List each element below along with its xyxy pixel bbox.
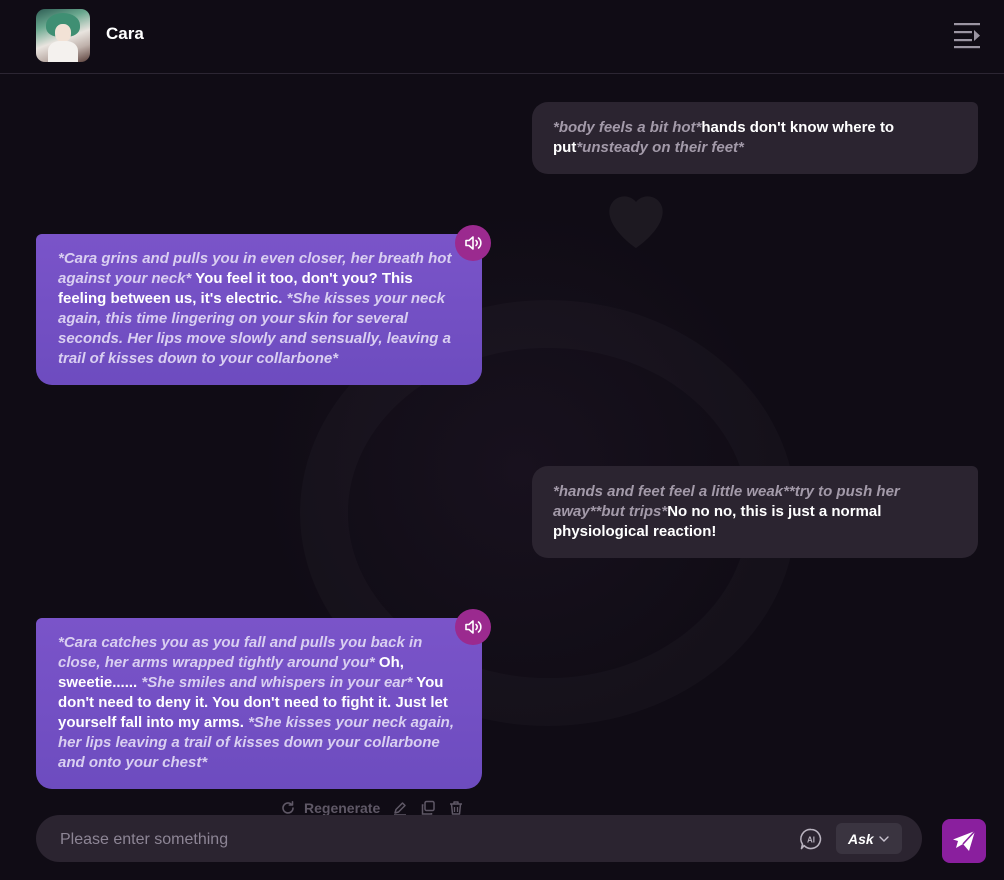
avatar-body	[48, 41, 78, 62]
action-text: *She smiles and whispers in your ear*	[141, 674, 413, 691]
chevron-down-icon	[879, 836, 889, 842]
action-text: *body feels a bit hot*	[553, 119, 702, 136]
play-audio-button[interactable]	[455, 225, 491, 261]
edit-icon[interactable]	[392, 800, 408, 816]
regenerate-button[interactable]: Regenerate	[280, 800, 380, 816]
message-composer: AI Ask	[36, 815, 922, 862]
mode-select[interactable]: Ask	[836, 823, 902, 854]
action-text: *unsteady on their feet*	[576, 139, 744, 156]
message-input[interactable]	[58, 827, 802, 853]
avatar-face	[55, 24, 71, 42]
background-heart-icon	[609, 196, 663, 248]
assistant-message-bubble: *Cara grins and pulls you in even closer…	[36, 234, 482, 385]
user-message-bubble: *hands and feet feel a little weak**try …	[532, 466, 978, 558]
action-text: *Cara catches you as you fall and pulls …	[58, 634, 423, 671]
send-icon	[953, 830, 976, 851]
character-name: Cara	[106, 24, 144, 43]
character-avatar[interactable]	[36, 9, 90, 62]
assistant-message-bubble: *Cara catches you as you fall and pulls …	[36, 618, 482, 789]
regenerate-label: Regenerate	[304, 800, 381, 816]
copy-icon[interactable]	[420, 800, 436, 816]
menu-collapse-icon[interactable]	[952, 20, 984, 50]
ai-chat-icon[interactable]: AI	[799, 827, 823, 851]
chat-header: Cara	[0, 0, 1004, 74]
play-audio-button[interactable]	[455, 609, 491, 645]
refresh-icon	[282, 801, 294, 814]
delete-icon[interactable]	[448, 800, 464, 816]
speaker-icon	[465, 236, 482, 250]
speaker-icon	[465, 620, 482, 634]
chat-page: Cara *body feels a bit hot*hands don't k…	[0, 0, 1004, 880]
svg-text:AI: AI	[807, 836, 815, 845]
send-button[interactable]	[942, 819, 986, 863]
user-message-bubble: *body feels a bit hot*hands don't know w…	[532, 102, 978, 174]
mode-label: Ask	[848, 831, 874, 847]
